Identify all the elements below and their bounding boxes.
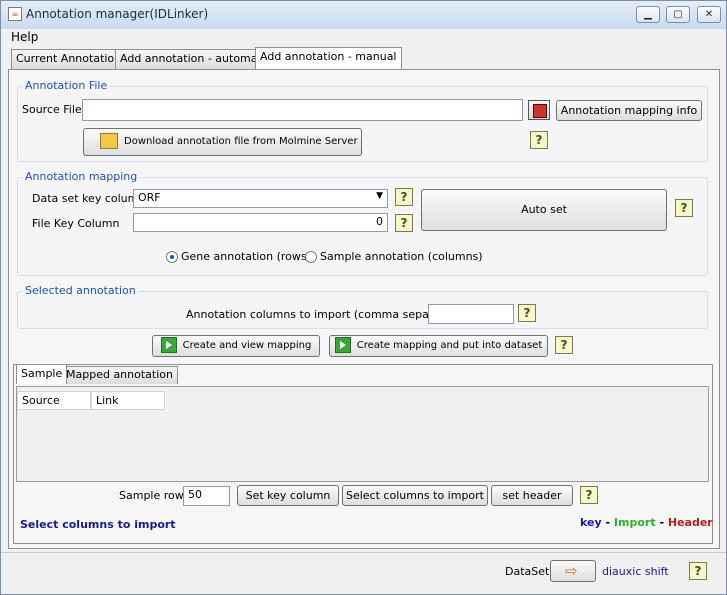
help-icon[interactable]: ? xyxy=(689,562,707,580)
open-file-icon xyxy=(533,104,547,118)
help-icon[interactable]: ? xyxy=(580,486,598,504)
help-icon[interactable]: ? xyxy=(555,336,573,354)
download-annotation-label: Download annotation file from Molmine Se… xyxy=(124,136,358,147)
annotation-file-title: Annotation File xyxy=(23,79,110,92)
table-header-link[interactable]: Link xyxy=(91,391,165,410)
set-key-column-button[interactable]: Set key column xyxy=(237,485,339,506)
tab-mapped-annotation[interactable]: Mapped annotation xyxy=(61,366,178,384)
selected-annotation-title: Selected annotation xyxy=(23,284,138,297)
tab-sample[interactable]: Sample xyxy=(16,364,68,384)
file-key-label: File Key Column xyxy=(32,217,120,230)
help-icon[interactable]: ? xyxy=(530,131,548,149)
sample-annotation-label: Sample annotation (columns) xyxy=(320,250,483,263)
source-file-field[interactable] xyxy=(82,99,523,121)
window-title: Annotation manager(IDLinker) xyxy=(26,7,209,21)
auto-set-button[interactable]: Auto set xyxy=(421,189,667,231)
annotation-mapping-title: Annotation mapping xyxy=(23,170,140,183)
help-icon[interactable]: ? xyxy=(675,199,693,217)
legend-key: key xyxy=(580,516,602,529)
tab-add-annotation-automatic[interactable]: Add annotation - automatic xyxy=(115,49,276,69)
dataset-key-value: ORF xyxy=(138,191,161,204)
play-icon xyxy=(160,337,177,353)
download-annotation-button[interactable]: Download annotation file from Molmine Se… xyxy=(83,128,362,156)
folder-download-icon xyxy=(100,133,118,149)
sample-rows-input[interactable]: 50 xyxy=(183,486,230,506)
java-app-icon: ☕ xyxy=(8,7,22,21)
gene-annotation-label: Gene annotation (rows) xyxy=(181,250,311,263)
legend-header: Header xyxy=(667,516,713,529)
create-put-mapping-label: Create mapping and put into dataset xyxy=(356,340,543,351)
annotation-columns-input[interactable] xyxy=(428,304,514,324)
create-view-mapping-label: Create and view mapping xyxy=(182,340,312,351)
legend: key - Import - Header xyxy=(580,516,713,529)
create-view-mapping-button[interactable]: Create and view mapping xyxy=(152,335,320,357)
annotation-columns-label: Annotation columns to import (comma sepa… xyxy=(186,308,463,321)
dataset-name: diauxic shift xyxy=(602,565,669,578)
set-header-button[interactable]: set header xyxy=(491,485,573,506)
arrow-right-icon: ⇨ xyxy=(565,562,578,580)
tab-current-annotation[interactable]: Current Annotation xyxy=(11,49,127,69)
dataset-key-label: Data set key column xyxy=(32,192,146,205)
footer-divider xyxy=(1,552,726,553)
sample-rows-label: Sample rows xyxy=(119,489,190,502)
file-key-input[interactable]: 0 xyxy=(133,213,388,232)
source-file-label: Source File xyxy=(22,103,82,116)
select-columns-button[interactable]: Select columns to import xyxy=(342,485,488,506)
create-put-mapping-button[interactable]: Create mapping and put into dataset xyxy=(329,335,548,357)
dataset-arrow-button[interactable]: ⇨ xyxy=(550,560,596,582)
legend-separator: - xyxy=(659,516,665,529)
chevron-down-icon: ▼ xyxy=(376,191,383,201)
help-icon[interactable]: ? xyxy=(395,188,413,206)
help-icon[interactable]: ? xyxy=(395,214,413,232)
status-message: Select columns to import xyxy=(20,518,176,531)
play-icon xyxy=(334,337,351,353)
annotation-mapping-info-button[interactable]: Annotation mapping info xyxy=(556,100,702,121)
legend-separator: - xyxy=(605,516,611,529)
tab-add-annotation-manual[interactable]: Add annotation - manual xyxy=(255,47,402,69)
gene-annotation-radio[interactable] xyxy=(166,251,178,263)
close-button[interactable]: ✕ xyxy=(697,6,721,23)
browse-file-button[interactable] xyxy=(528,100,550,120)
dataset-key-select[interactable]: ORF ▼ xyxy=(133,189,388,208)
dataset-label: DataSet xyxy=(505,565,550,578)
legend-import: Import xyxy=(613,516,656,529)
menu-bar xyxy=(1,29,726,47)
sample-annotation-radio[interactable] xyxy=(305,251,317,263)
minimize-button[interactable]: ▁ xyxy=(636,6,660,23)
help-icon[interactable]: ? xyxy=(518,304,536,322)
menu-help[interactable]: Help xyxy=(11,30,38,44)
maximize-button[interactable]: ▢ xyxy=(666,6,690,23)
table-header-source[interactable]: Source xyxy=(17,391,91,410)
